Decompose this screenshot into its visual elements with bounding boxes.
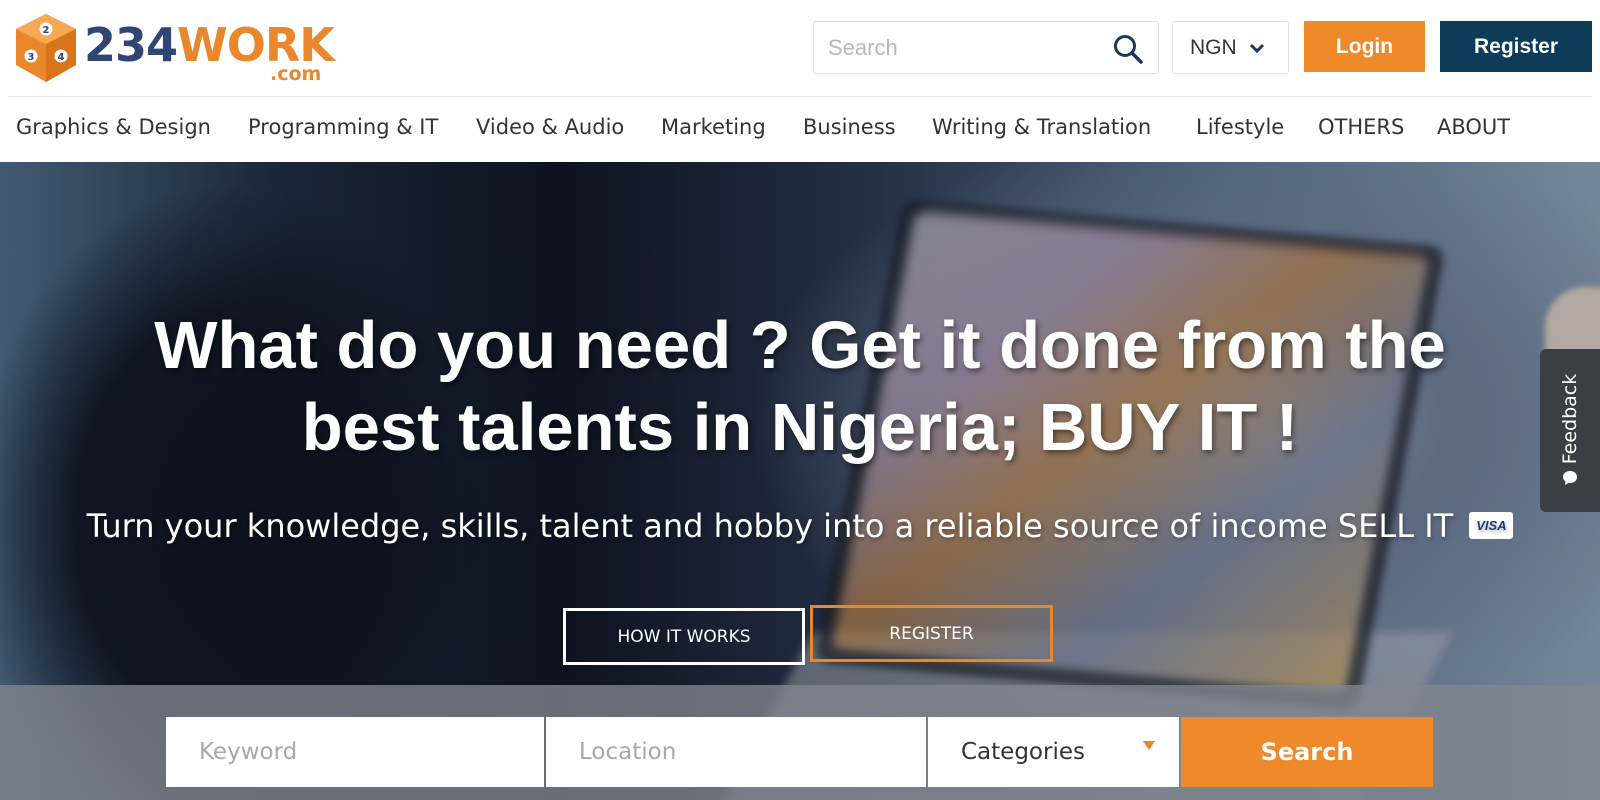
site-logo[interactable]: 2 3 4 234WORK .com: [12, 10, 335, 86]
currency-value: NGN: [1190, 35, 1237, 59]
header-search-box: [813, 21, 1159, 74]
hero-subtitle: Turn your knowledge, skills, talent and …: [0, 507, 1600, 545]
search-icon[interactable]: [1112, 33, 1144, 65]
nav-item-marketing[interactable]: Marketing: [661, 115, 766, 139]
login-button[interactable]: Login: [1304, 21, 1425, 72]
dice-logo-icon: 2 3 4: [16, 14, 76, 82]
keyword-field: [166, 717, 544, 787]
location-input[interactable]: [546, 717, 926, 787]
category-nav: Graphics & Design Programming & IT Video…: [0, 97, 1600, 162]
nav-item-business[interactable]: Business: [803, 115, 896, 139]
hero-title: What do you need ? Get it done from the …: [0, 305, 1600, 469]
hero-subtitle-text: Turn your knowledge, skills, talent and …: [86, 507, 1454, 545]
feedback-label: Feedback: [1559, 373, 1581, 465]
categories-select[interactable]: Categories: [928, 717, 1179, 787]
nav-item-video-audio[interactable]: Video & Audio: [476, 115, 624, 139]
caret-down-icon: [1143, 741, 1155, 750]
feedback-tab[interactable]: Feedback: [1540, 349, 1600, 512]
visa-card-icon: VISA: [1469, 511, 1514, 539]
hero-title-line-1: What do you need ? Get it done from the: [154, 308, 1446, 383]
nav-item-lifestyle[interactable]: Lifestyle: [1196, 115, 1284, 139]
dice-digit: 3: [28, 52, 35, 63]
dice-digit: 4: [58, 52, 65, 63]
header-search-input[interactable]: [828, 32, 1098, 64]
logo-number: 234: [84, 18, 178, 72]
logo-suffix: .com: [270, 63, 322, 85]
job-search-button[interactable]: Search: [1181, 717, 1433, 787]
currency-selector[interactable]: NGN: [1172, 21, 1289, 74]
location-field: [546, 717, 926, 787]
nav-item-others[interactable]: OTHERS: [1318, 115, 1404, 139]
dice-digit: 2: [43, 25, 50, 36]
chevron-down-icon: [1249, 43, 1264, 53]
site-header: 2 3 4 234WORK .com NGN Login Register: [0, 0, 1600, 97]
nav-item-writing-translation[interactable]: Writing & Translation: [932, 115, 1151, 139]
nav-item-programming-it[interactable]: Programming & IT: [248, 115, 438, 139]
chat-bubble-icon: [1563, 471, 1577, 485]
nav-item-about[interactable]: ABOUT: [1437, 115, 1510, 139]
categories-select-value: Categories: [961, 739, 1085, 765]
how-it-works-button[interactable]: HOW IT WORKS: [563, 608, 805, 665]
keyword-input[interactable]: [166, 717, 544, 787]
hero-register-button[interactable]: REGISTER: [810, 605, 1053, 662]
hero-title-line-2: best talents in Nigeria; BUY IT !: [301, 390, 1299, 465]
register-button[interactable]: Register: [1440, 21, 1592, 72]
nav-item-graphics-design[interactable]: Graphics & Design: [16, 115, 211, 139]
